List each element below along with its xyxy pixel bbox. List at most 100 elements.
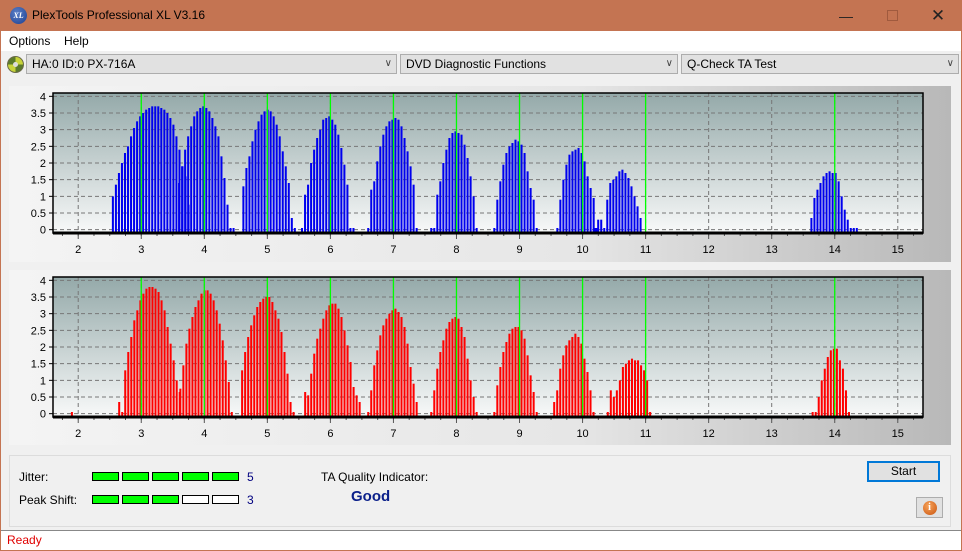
plextools-xl-logo-icon: XL <box>10 7 27 24</box>
bar <box>436 368 439 417</box>
bar <box>287 183 290 233</box>
bar <box>184 149 187 233</box>
close-icon: ✕ <box>930 5 946 25</box>
bar <box>316 338 319 417</box>
bar <box>163 310 166 417</box>
bar <box>370 189 373 233</box>
bar <box>609 390 612 417</box>
bar <box>433 390 436 417</box>
bar <box>810 218 813 233</box>
x-tick-label: 12 <box>703 428 715 440</box>
menu-help[interactable]: Help <box>64 34 89 48</box>
ta-quality-value: Good <box>351 488 391 505</box>
bar <box>460 327 463 417</box>
bar <box>583 161 586 233</box>
bar <box>612 397 615 417</box>
jitter-meter-segment <box>92 472 119 481</box>
bar <box>277 318 280 417</box>
peak-shift-meter-segment <box>92 495 119 504</box>
bar <box>263 111 266 233</box>
bar <box>466 358 469 417</box>
bar <box>532 199 535 233</box>
bar <box>627 178 630 233</box>
bar <box>445 328 448 417</box>
peak-shift-meter <box>92 495 239 504</box>
bar <box>283 352 286 417</box>
bar <box>571 151 574 233</box>
bar <box>553 402 556 417</box>
bar <box>583 358 586 417</box>
close-button[interactable]: ✕ <box>915 0 961 31</box>
minimize-button[interactable]: — <box>823 0 869 31</box>
test-select[interactable]: Q-Check TA Test ∨ <box>681 54 959 74</box>
bar <box>382 325 385 417</box>
status-bar: Ready <box>1 530 961 550</box>
bar <box>451 318 454 417</box>
bar <box>442 163 445 233</box>
x-tick-label: 13 <box>766 428 778 440</box>
drive-select[interactable]: HA:0 ID:0 PX-716A ∨ <box>26 54 397 74</box>
bar <box>823 368 826 417</box>
jitter-meter <box>92 472 239 481</box>
bar <box>224 360 227 417</box>
bar <box>394 308 397 417</box>
maximize-button[interactable] <box>869 0 915 31</box>
bar <box>127 352 130 417</box>
info-button[interactable]: i <box>916 497 943 518</box>
bar <box>562 179 565 233</box>
bar <box>175 136 178 233</box>
bar <box>843 209 846 233</box>
bar <box>166 113 169 233</box>
bar <box>337 134 340 233</box>
bar <box>191 317 194 417</box>
bar <box>612 179 615 233</box>
y-tick-label: 0 <box>40 225 46 237</box>
bar <box>120 163 123 233</box>
x-tick-label: 14 <box>829 428 841 440</box>
bar <box>469 176 472 233</box>
y-tick-label: 4 <box>40 275 46 287</box>
x-tick-label: 4 <box>201 428 207 440</box>
y-tick-label: 0.5 <box>31 392 46 404</box>
bar <box>284 166 287 233</box>
disc-icon <box>7 56 24 73</box>
bar <box>185 343 188 417</box>
x-tick-label: 13 <box>766 244 778 256</box>
y-tick-label: 0.5 <box>31 208 46 220</box>
function-select[interactable]: DVD Diagnostic Functions ∨ <box>400 54 678 74</box>
bar <box>529 188 532 233</box>
minimize-icon: — <box>839 7 853 24</box>
y-tick-label: 3.5 <box>31 108 46 120</box>
bar <box>355 395 358 417</box>
bar <box>532 392 535 417</box>
y-tick-label: 2.5 <box>31 325 46 337</box>
bar <box>445 149 448 233</box>
bar <box>172 360 175 417</box>
bar <box>349 362 352 417</box>
bar <box>819 183 822 233</box>
bar <box>310 163 313 233</box>
bar <box>145 109 148 233</box>
bar <box>388 313 391 417</box>
bar <box>586 176 589 233</box>
bar <box>840 196 843 233</box>
bar <box>114 184 117 233</box>
start-button[interactable]: Start <box>867 461 940 482</box>
menu-options[interactable]: Options <box>9 34 50 48</box>
jitter-meter-segment <box>122 472 149 481</box>
bar <box>280 332 283 417</box>
bar <box>262 298 265 417</box>
bar <box>499 181 502 233</box>
bar <box>630 186 633 233</box>
bar <box>352 387 355 417</box>
bar <box>268 297 271 417</box>
bar <box>600 219 603 233</box>
bar <box>209 293 212 417</box>
bar <box>376 350 379 417</box>
y-tick-label: 1 <box>40 375 46 387</box>
bar <box>511 328 514 417</box>
bar <box>526 355 529 417</box>
bar <box>343 164 346 233</box>
y-tick-label: 1 <box>40 191 46 203</box>
x-tick-label: 6 <box>327 244 333 256</box>
